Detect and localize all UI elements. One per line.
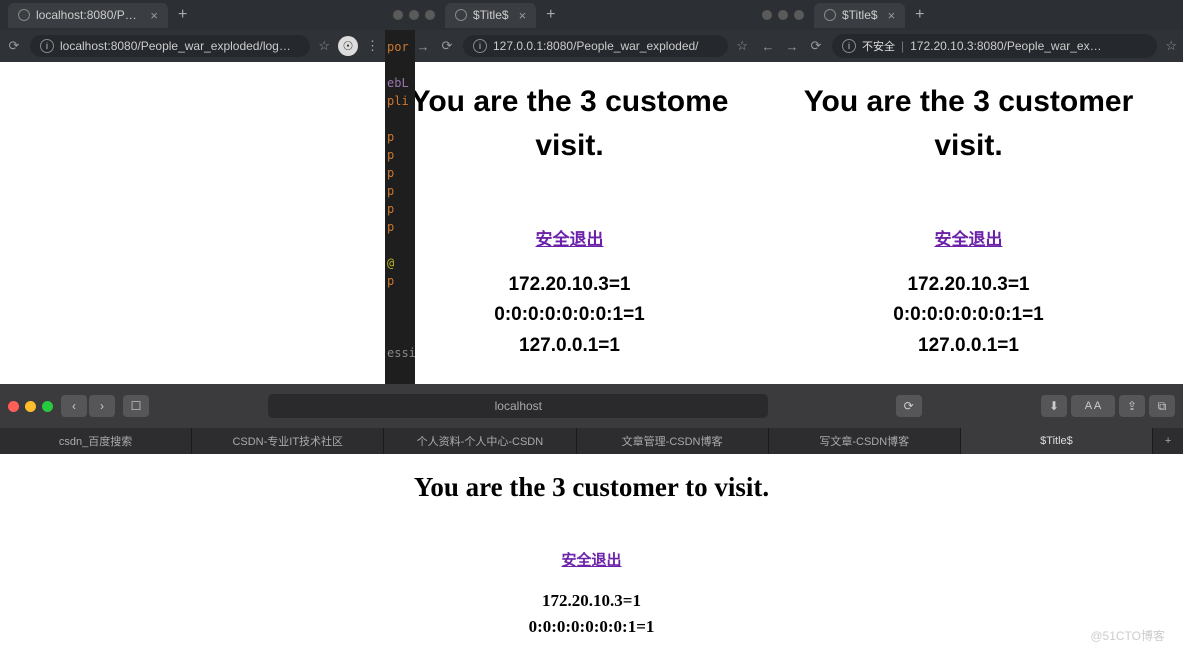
url-text: 127.0.0.1:8080/People_war_exploded/	[493, 39, 699, 53]
page-heading: You are the 3 customer visit.	[754, 80, 1183, 167]
page-content: You are the 3 customer visit. 安全退出 172.2…	[754, 62, 1183, 384]
share-button[interactable]: ⇪	[1119, 395, 1145, 417]
safari-window: ‹ › ☐ localhost ⟳ ⬇ A A ⇪ ⧉ csdn_百度搜索 CS…	[0, 384, 1183, 650]
chrome-window-right: $Title$ × + ← → ⟳ i 不安全 | 172.20.10.3:80…	[754, 0, 1183, 384]
address-bar: ← → ⟳ i 127.0.0.1:8080/People_war_explod…	[385, 30, 754, 62]
tab-title: $Title$	[473, 8, 509, 22]
info-icon[interactable]: i	[473, 39, 487, 53]
url-input[interactable]: i localhost:8080/People_war_exploded/log…	[30, 35, 310, 57]
sidebar-button[interactable]: ☐	[123, 395, 149, 417]
safari-tab[interactable]: 文章管理-CSDN博客	[577, 428, 769, 454]
ip-list: 172.20.10.3=1 0:0:0:0:0:0:0:1=1 127.0.0.…	[754, 270, 1183, 361]
reload-icon[interactable]: ⟳	[6, 38, 22, 54]
close-tab-icon[interactable]: ×	[888, 8, 896, 23]
browser-tab[interactable]: localhost:8080/People_war_e ×	[8, 3, 168, 28]
safari-tab-active[interactable]: $Title$	[961, 428, 1153, 454]
globe-icon	[18, 9, 30, 21]
url-input[interactable]: i 不安全 | 172.20.10.3:8080/People_war_ex…	[832, 34, 1157, 58]
not-secure-label: 不安全	[862, 38, 895, 54]
back-icon[interactable]: ←	[760, 38, 776, 54]
url-text: localhost	[495, 399, 542, 413]
page-heading: You are the 3 custome visit.	[385, 80, 754, 167]
ip-entry: 127.0.0.1=1	[385, 331, 754, 361]
ip-entry: 172.20.10.3=1	[0, 588, 1183, 614]
page-content: You are the 3 customer to visit. 安全退出 17…	[0, 454, 1183, 641]
browser-tab[interactable]: $Title$ ×	[445, 3, 536, 28]
close-tab-icon[interactable]: ×	[150, 8, 158, 23]
reload-icon[interactable]: ⟳	[439, 38, 455, 54]
globe-icon	[824, 9, 836, 21]
ip-entry: 127.0.0.1=1	[754, 331, 1183, 361]
window-controls[interactable]	[393, 10, 435, 20]
watermark: @51CTO博客	[1090, 627, 1165, 644]
info-icon[interactable]: i	[842, 39, 856, 53]
url-input[interactable]: i 127.0.0.1:8080/People_war_exploded/	[463, 35, 728, 57]
tab-title: $Title$	[842, 8, 878, 22]
ip-entry: 0:0:0:0:0:0:0:1=1	[0, 614, 1183, 640]
profile-avatar[interactable]: ☉	[338, 36, 358, 56]
maximize-icon[interactable]	[42, 401, 53, 412]
ip-list: 172.20.10.3=1 0:0:0:0:0:0:0:1=1 127.0.0.…	[385, 270, 754, 361]
safari-tab[interactable]: csdn_百度搜索	[0, 428, 192, 454]
download-button[interactable]: ⬇	[1041, 395, 1067, 417]
safari-toolbar: ‹ › ☐ localhost ⟳ ⬇ A A ⇪ ⧉	[0, 384, 1183, 428]
url-input[interactable]: localhost	[268, 394, 768, 418]
ip-entry: 172.20.10.3=1	[385, 270, 754, 300]
back-button[interactable]: ‹	[61, 395, 87, 417]
close-icon[interactable]	[8, 401, 19, 412]
ip-entry: 0:0:0:0:0:0:0:1=1	[385, 300, 754, 330]
reload-icon[interactable]: ⟳	[808, 38, 824, 54]
window-controls[interactable]	[762, 10, 804, 20]
url-text: 172.20.10.3:8080/People_war_ex…	[910, 39, 1101, 53]
minimize-icon[interactable]	[25, 401, 36, 412]
tabs-button[interactable]: ⧉	[1149, 395, 1175, 417]
window-controls[interactable]	[8, 401, 53, 412]
tab-bar: $Title$ × +	[385, 0, 754, 30]
info-icon[interactable]: i	[40, 39, 54, 53]
chrome-window-left: localhost:8080/People_war_e × + ⟳ i loca…	[0, 0, 385, 384]
text-size-button[interactable]: A A	[1071, 395, 1115, 417]
code-editor-strip: por ebL pli p p p p p p @ p essio	[385, 30, 415, 384]
browser-tab[interactable]: $Title$ ×	[814, 3, 905, 28]
menu-icon[interactable]: ⋮	[366, 38, 379, 54]
ip-entry: 0:0:0:0:0:0:0:1=1	[754, 300, 1183, 330]
tab-bar: $Title$ × +	[754, 0, 1183, 30]
new-tab-button[interactable]: +	[1153, 428, 1183, 454]
safari-tab-bar: csdn_百度搜索 CSDN-专业IT技术社区 个人资料-个人中心-CSDN 文…	[0, 428, 1183, 454]
address-bar: ⟳ i localhost:8080/People_war_exploded/l…	[0, 30, 385, 62]
new-tab-button[interactable]: +	[178, 6, 187, 24]
ip-list: 172.20.10.3=1 0:0:0:0:0:0:0:1=1	[0, 588, 1183, 641]
reload-button[interactable]: ⟳	[896, 395, 922, 417]
page-content	[0, 62, 385, 384]
tab-bar: localhost:8080/People_war_e × +	[0, 0, 385, 30]
bookmark-icon[interactable]: ☆	[318, 38, 330, 54]
close-tab-icon[interactable]: ×	[519, 8, 527, 23]
new-tab-button[interactable]: +	[546, 6, 555, 24]
forward-icon[interactable]: →	[784, 38, 800, 54]
chrome-window-mid: $Title$ × + ← → ⟳ i 127.0.0.1:8080/Peopl…	[385, 0, 754, 384]
page-content: You are the 3 custome visit. 安全退出 172.20…	[385, 62, 754, 384]
forward-button[interactable]: ›	[89, 395, 115, 417]
forward-icon[interactable]: →	[415, 38, 431, 54]
logout-link[interactable]: 安全退出	[935, 225, 1003, 250]
nav-buttons: ‹ ›	[61, 395, 115, 417]
globe-icon	[455, 9, 467, 21]
safari-tab[interactable]: 个人资料-个人中心-CSDN	[384, 428, 576, 454]
address-bar: ← → ⟳ i 不安全 | 172.20.10.3:8080/People_wa…	[754, 30, 1183, 62]
logout-link[interactable]: 安全退出	[536, 225, 604, 250]
new-tab-button[interactable]: +	[915, 6, 924, 24]
tab-title: localhost:8080/People_war_e	[36, 8, 140, 22]
safari-tab[interactable]: CSDN-专业IT技术社区	[192, 428, 384, 454]
bookmark-icon[interactable]: ☆	[736, 38, 748, 54]
ip-entry: 172.20.10.3=1	[754, 270, 1183, 300]
bookmark-icon[interactable]: ☆	[1165, 38, 1177, 54]
url-text: localhost:8080/People_war_exploded/log…	[60, 39, 291, 53]
logout-link[interactable]: 安全退出	[561, 549, 621, 570]
page-heading: You are the 3 customer to visit.	[0, 472, 1183, 503]
safari-tab[interactable]: 写文章-CSDN博客	[769, 428, 961, 454]
